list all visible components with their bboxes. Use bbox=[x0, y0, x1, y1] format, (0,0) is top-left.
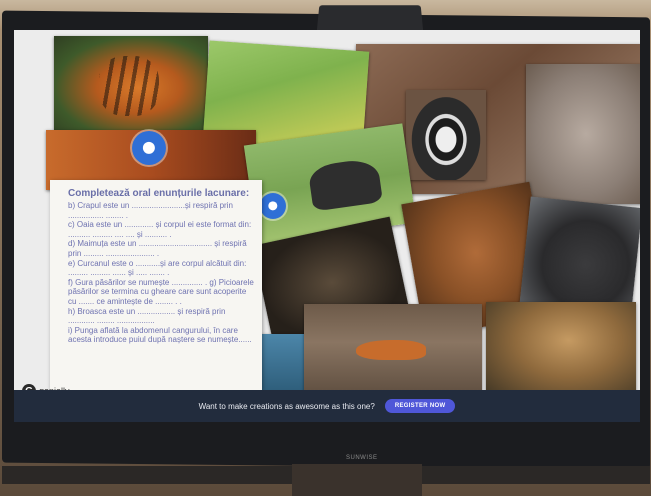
register-now-button[interactable]: REGISTER NOW bbox=[384, 399, 456, 413]
quiz-title: Completează oral enunțurile lacunare: bbox=[68, 188, 250, 199]
quiz-item: e) Curcanul este o ...........și are cor… bbox=[68, 258, 247, 278]
register-banner: Want to make creations as awesome as thi… bbox=[14, 390, 640, 422]
quiz-item: i) Punga aflată la abdomenul cangurului,… bbox=[68, 325, 252, 345]
quiz-text-card: Completează oral enunțurile lacunare: b)… bbox=[50, 180, 262, 390]
tiger-photo bbox=[54, 36, 208, 130]
quiz-item: c) Oaia este un ............. și corpul … bbox=[68, 220, 252, 239]
interactive-hotspot-button[interactable] bbox=[132, 131, 166, 165]
quiz-item: h) Broasca este un ................. și … bbox=[68, 306, 226, 326]
banner-message: Want to make creations as awesome as thi… bbox=[198, 401, 375, 411]
interactive-hotspot-button[interactable] bbox=[260, 193, 286, 219]
tv-stand bbox=[292, 464, 422, 496]
quiz-item: b) Crapul este un ......................… bbox=[68, 201, 233, 220]
quiz-item: d) Maimuța este un .....................… bbox=[68, 239, 247, 258]
badger-photo bbox=[406, 90, 486, 180]
rhino-goat-photo bbox=[526, 64, 640, 204]
quiz-item: f) Gura păsărilor se numește ...........… bbox=[68, 277, 254, 306]
lynx-photo bbox=[486, 302, 636, 390]
tv-brand-label: SUNWISE bbox=[346, 455, 378, 461]
presentation-screen: Completează oral enunțurile lacunare: b)… bbox=[14, 30, 640, 390]
quiz-list: b) Crapul este un ......................… bbox=[58, 201, 254, 345]
fox-photo bbox=[304, 304, 482, 390]
